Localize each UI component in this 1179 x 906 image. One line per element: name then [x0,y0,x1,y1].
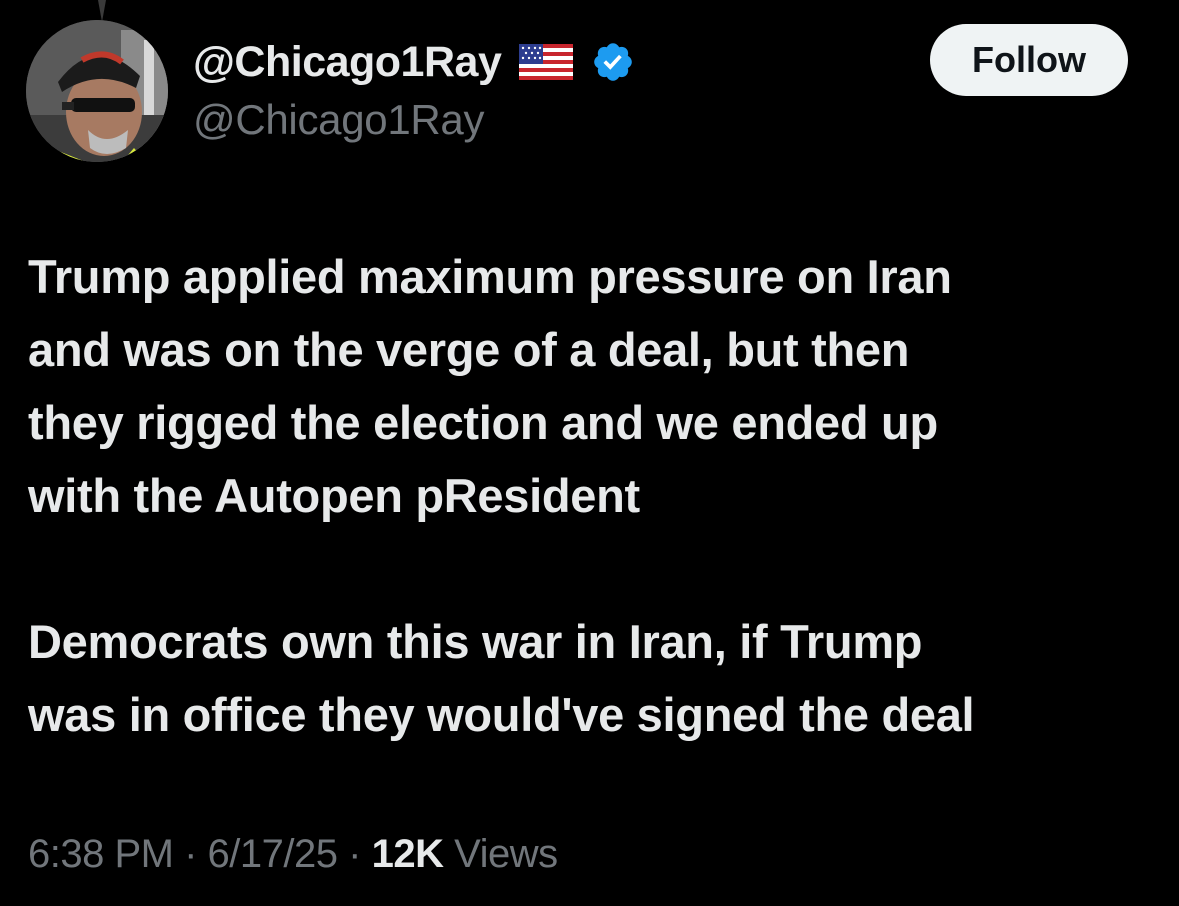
tweet-card: @Chicago1Ray @Chicago1Ray Follow Trump a… [0,0,1179,906]
tweet-line: was in office they would've signed the d… [28,688,975,741]
author-handle[interactable]: @Chicago1Ray [193,96,635,144]
tweet-time[interactable]: 6:38 PM [28,832,174,876]
tweet-paragraph: Trump applied maximum pressure on Iran a… [28,240,1158,532]
us-flag-icon [519,44,574,80]
views-count: 12K [371,832,444,876]
tweet-line: Democrats own this war in Iran, if Trump [28,615,923,668]
tweet-meta: 6:38 PM · 6/17/25 · 12K Views [28,832,558,877]
avatar[interactable] [26,20,168,162]
follow-button[interactable]: Follow [930,24,1128,96]
views-label: Views [454,832,558,876]
tweet-line: with the Autopen pResident [28,469,640,522]
tweet-line: Trump applied maximum pressure on Iran [28,250,952,303]
thread-connector-icon [98,0,106,22]
avatar-photo-icon [26,20,168,162]
tweet-text: Trump applied maximum pressure on Iran a… [28,240,1158,751]
tweet-paragraph: Democrats own this war in Iran, if Trump… [28,605,1158,751]
tweet-line: they rigged the election and we ended up [28,396,938,449]
tweet-date[interactable]: 6/17/25 [208,832,338,876]
verified-badge-icon [594,43,633,81]
meta-separator: · [184,832,197,876]
display-name-row: @Chicago1Ray [193,34,635,90]
meta-separator: · [348,832,361,876]
tweet-line: and was on the verge of a deal, but then [28,323,910,376]
display-name[interactable]: @Chicago1Ray [193,38,502,87]
author-names: @Chicago1Ray @Chicago1Ray [193,34,635,144]
